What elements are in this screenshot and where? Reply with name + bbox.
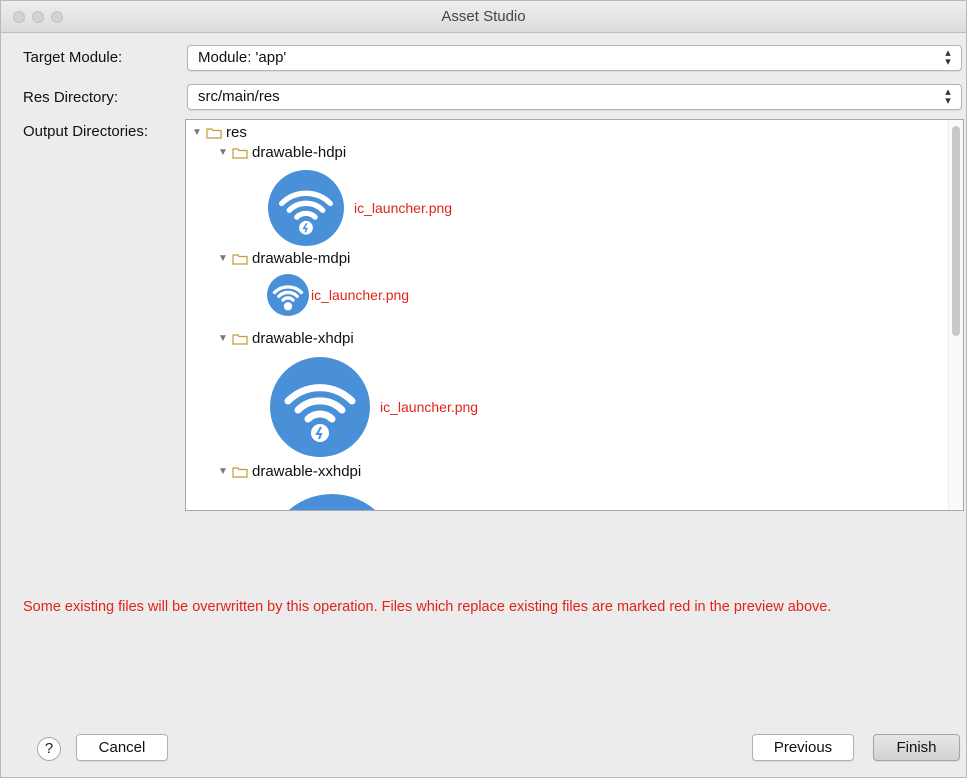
select-arrows-icon: ▴ ▾ [945, 86, 951, 107]
expand-triangle-icon[interactable]: ▼ [218, 147, 232, 158]
folder-icon [232, 466, 248, 478]
tree-node-label: drawable-xxhdpi [252, 463, 362, 480]
tree-node-drawable-hdpi[interactable]: ▼ drawable-hdpi [218, 144, 346, 161]
tree-node-label: res [226, 124, 247, 141]
previous-button[interactable]: Previous [752, 734, 854, 761]
wifi-launcher-icon [270, 357, 370, 457]
file-name-overwrite: ic_launcher.png [354, 200, 453, 216]
target-module-value: Module: 'app' [198, 49, 287, 66]
overwrite-warning-text: Some existing files will be overwritten … [23, 599, 832, 615]
res-directory-value: src/main/res [198, 88, 280, 105]
help-button[interactable]: ? [37, 737, 61, 761]
folder-icon [232, 253, 248, 265]
res-directory-select[interactable]: src/main/res ▴ ▾ [187, 84, 962, 110]
target-module-select[interactable]: Module: 'app' ▴ ▾ [187, 45, 962, 71]
finish-button[interactable]: Finish [873, 734, 960, 761]
tree-node-label: drawable-mdpi [252, 250, 351, 267]
asset-studio-window: Asset Studio Target Module: Module: 'app… [0, 0, 967, 778]
tree-file-hdpi[interactable]: ic_launcher.png [268, 170, 452, 246]
tree-node-res[interactable]: ▼ res [192, 124, 247, 141]
res-directory-label: Res Directory: [23, 89, 119, 106]
expand-triangle-icon[interactable]: ▼ [218, 466, 232, 477]
file-name-overwrite: ic_launcher.png [311, 287, 410, 303]
expand-triangle-icon[interactable]: ▼ [218, 253, 232, 264]
select-arrows-icon: ▴ ▾ [945, 47, 951, 68]
wifi-launcher-icon [288, 494, 376, 510]
tree-node-drawable-xxhdpi[interactable]: ▼ drawable-xxhdpi [218, 463, 361, 480]
tree-node-drawable-mdpi[interactable]: ▼ drawable-mdpi [218, 250, 350, 267]
wifi-launcher-icon [267, 274, 309, 316]
expand-triangle-icon[interactable]: ▼ [218, 333, 232, 344]
tree-scrollbar[interactable] [948, 120, 963, 510]
title-bar: Asset Studio [1, 1, 966, 33]
expand-triangle-icon[interactable]: ▼ [192, 127, 206, 138]
tree-node-label: drawable-hdpi [252, 144, 347, 161]
output-directories-tree[interactable]: ▼ res ▼ drawable-hdpi ic_launcher.png ▼ [185, 119, 964, 511]
tree-scrollbar-thumb[interactable] [952, 126, 960, 336]
output-directories-label: Output Directories: [23, 123, 149, 140]
file-name-overwrite: ic_launcher.png [380, 399, 479, 415]
tree-file-xhdpi[interactable]: ic_launcher.png [270, 357, 478, 457]
folder-icon [232, 147, 248, 159]
cancel-button[interactable]: Cancel [76, 734, 168, 761]
folder-icon [206, 127, 222, 139]
wifi-launcher-icon [268, 170, 344, 246]
target-module-label: Target Module: [23, 49, 123, 66]
tree-node-drawable-xhdpi[interactable]: ▼ drawable-xhdpi [218, 330, 354, 347]
tree-file-xxhdpi[interactable] [266, 494, 398, 510]
tree-node-label: drawable-xhdpi [252, 330, 354, 347]
window-title: Asset Studio [441, 8, 526, 25]
folder-icon [232, 333, 248, 345]
tree-file-mdpi[interactable]: ic_launcher.png [267, 274, 409, 316]
